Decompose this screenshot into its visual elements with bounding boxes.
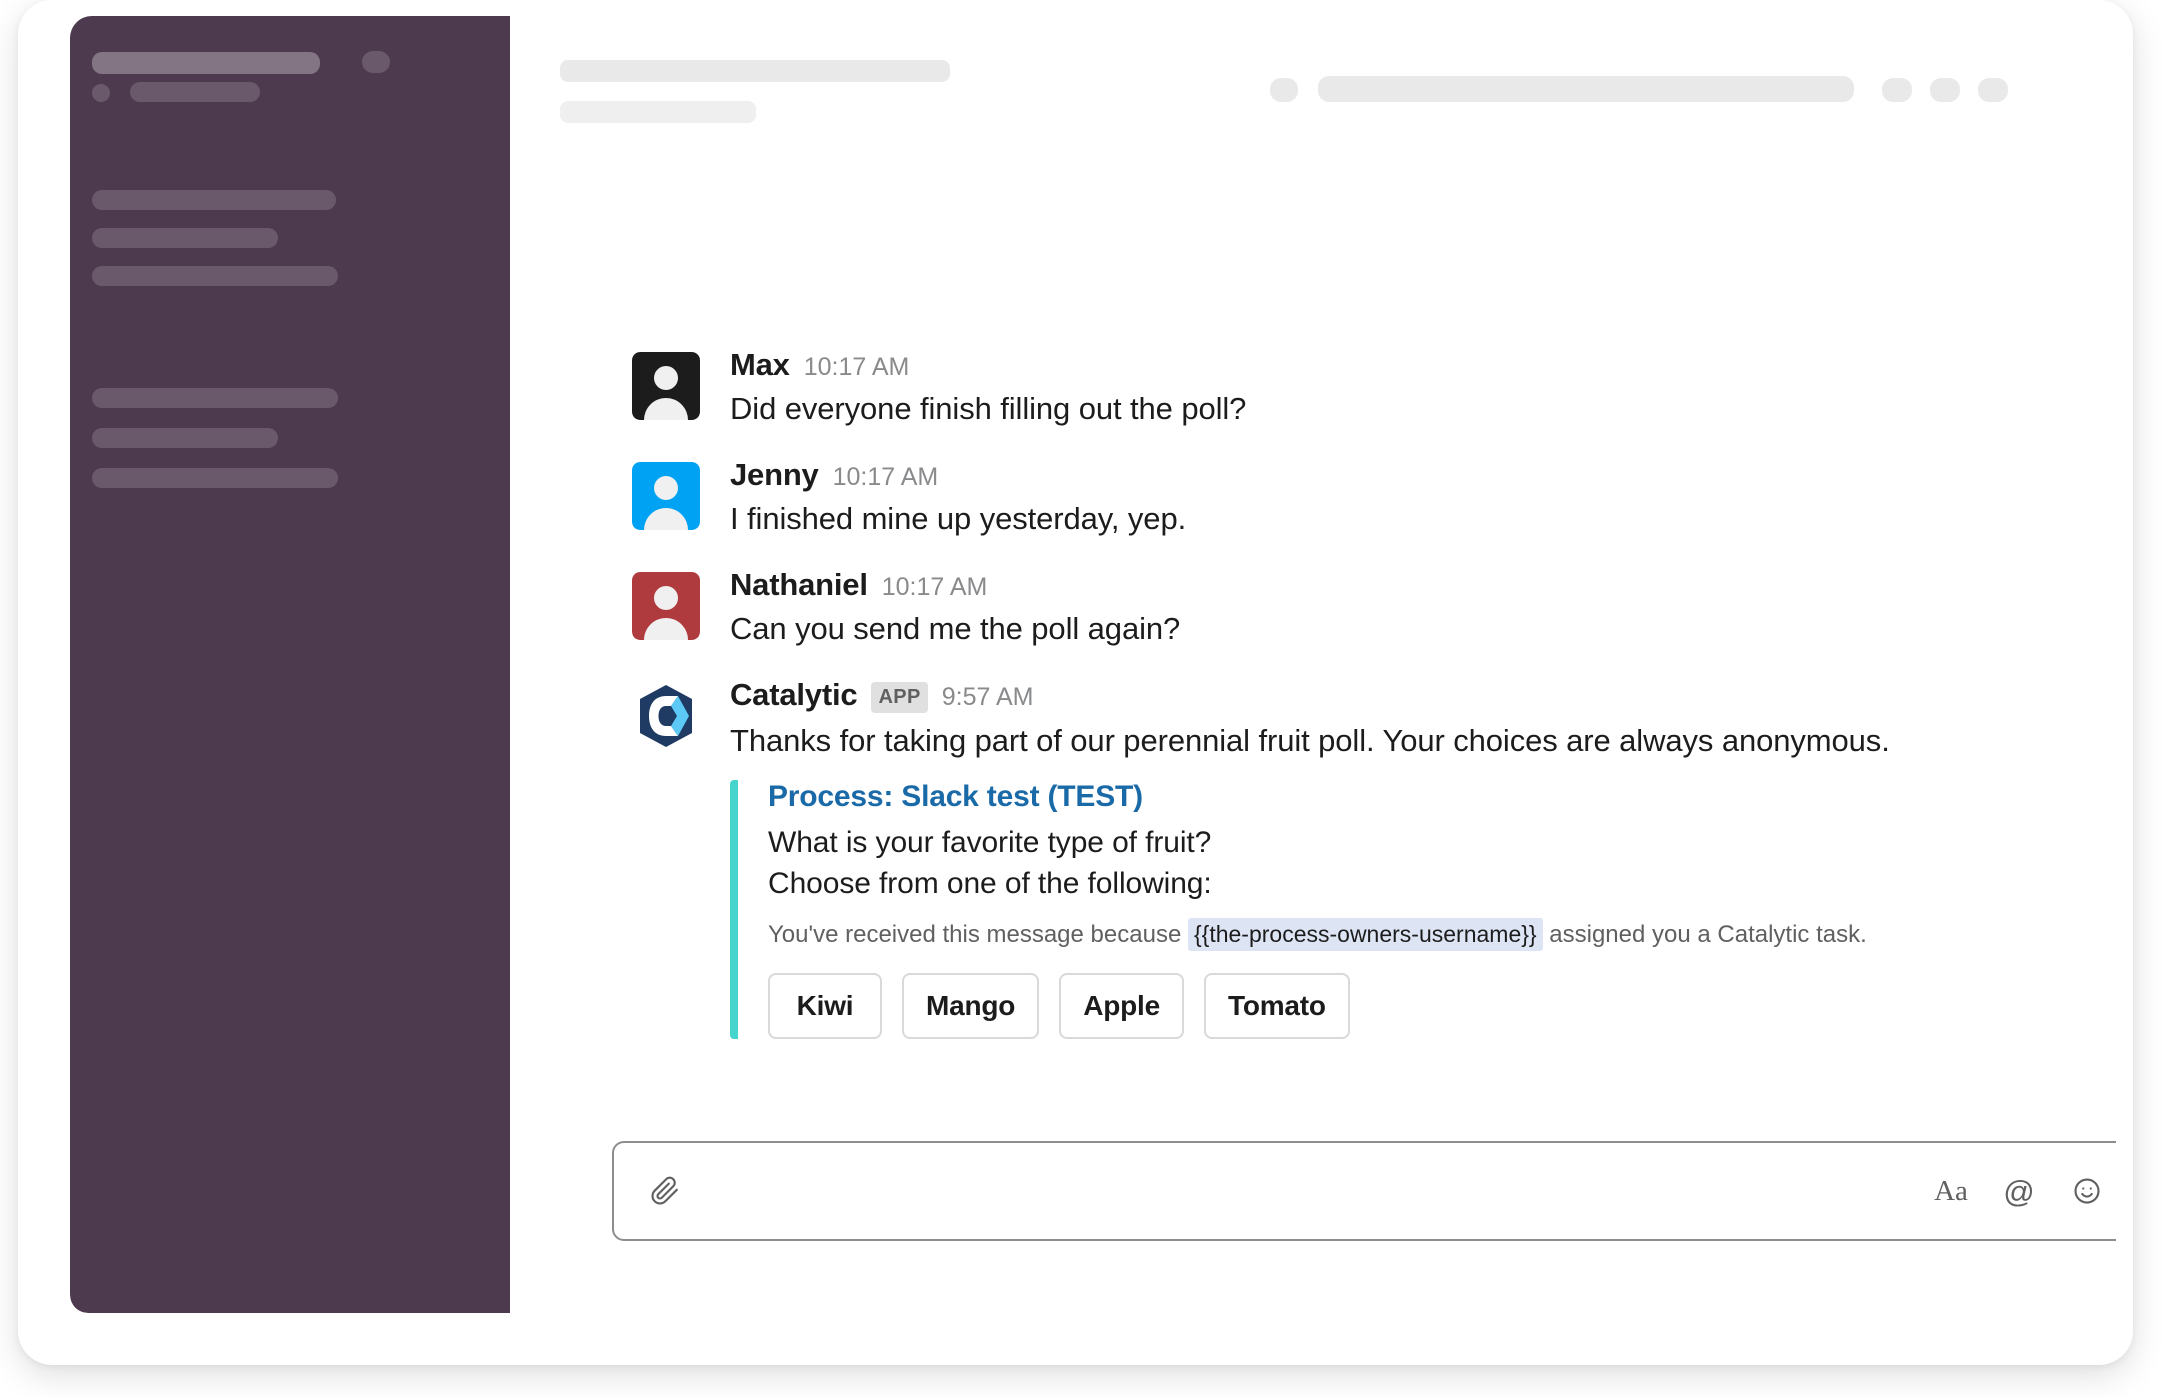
poll-option-tomato-button[interactable]: Tomato [1204,973,1350,1040]
message-sender[interactable]: Jenny [730,456,819,493]
poll-option-mango-button[interactable]: Mango [902,973,1040,1040]
sidebar-item-dm-placeholder-2[interactable] [92,428,278,448]
sidebar-item-workspace-title-placeholder[interactable] [92,52,320,74]
main-content: Max 10:17 AM Did everyone finish filling… [510,16,2116,1313]
message-sender[interactable]: Max [730,346,790,383]
text-format-icon[interactable]: Aa [1926,1166,1976,1216]
attachment-card: Process: Slack test (TEST) What is your … [730,780,1890,1040]
header-action-placeholder-1[interactable] [1882,78,1912,102]
attachment-title-link[interactable]: Process: Slack test (TEST) [768,780,1890,814]
message-sender[interactable]: Nathaniel [730,566,868,603]
message-item: Max 10:17 AM Did everyone finish filling… [510,346,2116,430]
chat-header [510,16,2116,136]
message-text: Thanks for taking part of our perennial … [730,723,1890,759]
channel-topic-placeholder [560,101,756,123]
username-variable-chip: {{the-process-owners-username}} [1187,917,1543,951]
message-header: Max 10:17 AM [730,346,1246,383]
message-item: Nathaniel 10:17 AM Can you send me the p… [510,566,2116,650]
message-timestamp[interactable]: 10:17 AM [833,462,939,492]
message-header: Nathaniel 10:17 AM [730,566,1180,603]
message-list: Max 10:17 AM Did everyone finish filling… [510,346,2116,1065]
sidebar-item-channel-placeholder-1[interactable] [92,190,336,210]
app-badge: APP [871,682,928,714]
message-text: Did everyone finish filling out the poll… [730,391,1247,427]
attachment-question: What is your favorite type of fruit? [768,826,1212,860]
message-sender[interactable]: Catalytic [730,676,858,713]
text-format-glyph: Aa [1934,1174,1968,1207]
poll-option-kiwi-button[interactable]: Kiwi [768,973,882,1040]
header-action-placeholder-2[interactable] [1930,78,1960,102]
poll-option-apple-button[interactable]: Apple [1059,973,1184,1040]
mention-icon[interactable]: @ [1994,1166,2044,1216]
emoji-icon[interactable] [2062,1166,2112,1216]
message-header: Jenny 10:17 AM [730,456,1186,493]
attachment-actions: Kiwi Mango Apple Tomato [768,973,1890,1040]
sidebar-item-channel-placeholder-3[interactable] [92,266,338,286]
sidebar-item-dm-placeholder-1[interactable] [92,388,338,408]
sidebar-compose-icon[interactable] [362,51,390,73]
device-frame: Max 10:17 AM Did everyone finish filling… [18,0,2133,1365]
search-bar-placeholder[interactable] [1318,76,1854,102]
sidebar [70,16,510,1313]
catalytic-logo-icon[interactable] [632,682,700,751]
slack-app-window: Max 10:17 AM Did everyone finish filling… [70,16,2116,1313]
sidebar-presence-dot [92,84,110,102]
message-text: I finished mine up yesterday, yep. [730,501,1187,537]
sidebar-item-dm-placeholder-3[interactable] [92,468,338,488]
attachment-footer: You've received this message because {{t… [768,917,1890,952]
avatar[interactable] [632,352,700,420]
sidebar-item-user-status-placeholder[interactable] [130,82,260,102]
message-timestamp[interactable]: 10:17 AM [882,572,988,602]
paperclip-icon[interactable] [640,1166,690,1216]
search-icon-placeholder[interactable] [1270,78,1298,102]
header-action-placeholder-3[interactable] [1978,78,2008,102]
message-timestamp[interactable]: 10:17 AM [804,352,910,382]
footer-prefix-text: You've received this message because [768,920,1182,948]
sidebar-item-channel-placeholder-2[interactable] [92,228,278,248]
message-header: Catalytic APP 9:57 AM [730,676,1890,715]
message-input[interactable] [708,1175,1908,1207]
message-item: Catalytic APP 9:57 AM Thanks for taking … [510,676,2116,1040]
footer-suffix-text: assigned you a Catalytic task. [1549,920,1867,948]
mention-glyph: @ [2003,1173,2035,1209]
message-timestamp[interactable]: 9:57 AM [942,682,1034,712]
attachment-instruction: Choose from one of the following: [768,866,1212,900]
composer-toolbar: Aa @ [1926,1166,2112,1216]
message-text: Can you send me the poll again? [730,611,1181,647]
avatar[interactable] [632,572,700,641]
message-item: Jenny 10:17 AM I finished mine up yester… [510,456,2116,540]
avatar[interactable] [632,462,700,531]
message-composer[interactable]: Aa @ [612,1141,2116,1241]
channel-name-placeholder [560,60,950,82]
